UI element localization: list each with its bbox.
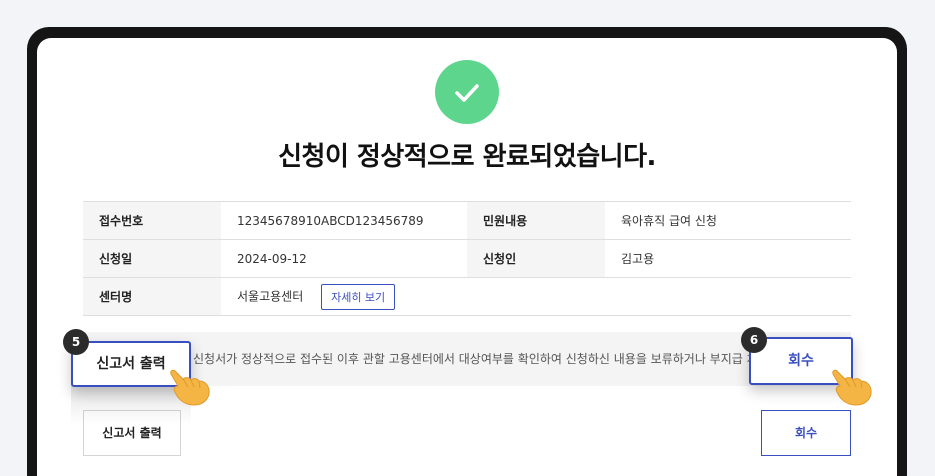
withdraw-button[interactable]: 회수 (761, 410, 851, 456)
application-info-table: 접수번호 12345678910ABCD123456789 민원내용 육아휴직 … (83, 201, 851, 316)
service-value: 육아휴직 급여 신청 (605, 201, 851, 240)
date-label: 신청일 (83, 239, 221, 278)
step-badge-5: 5 (63, 329, 89, 355)
applicant-value: 김고용 (605, 239, 851, 278)
receipt-no-value: 12345678910ABCD123456789 (221, 201, 467, 240)
table-row: 신청일 2024-09-12 신청인 김고용 (83, 239, 851, 278)
pointer-hand-icon (170, 369, 210, 406)
page-title: 신청이 정상적으로 완료되었습니다. (278, 142, 656, 172)
step-badge-6: 6 (741, 327, 767, 353)
receipt-no-label: 접수번호 (83, 201, 221, 240)
center-label: 센터명 (83, 277, 221, 316)
applicant-label: 신청인 (467, 239, 605, 278)
date-value: 2024-09-12 (221, 239, 467, 278)
table-row: 센터명 서울고용센터 자세히 보기 (83, 277, 851, 316)
detail-view-button[interactable]: 자세히 보기 (321, 283, 396, 310)
center-cell: 서울고용센터 자세히 보기 (221, 277, 851, 316)
check-icon (435, 60, 499, 124)
table-row: 접수번호 12345678910ABCD123456789 민원내용 육아휴직 … (83, 201, 851, 240)
center-value: 서울고용센터 (237, 289, 304, 303)
pointer-hand-icon (832, 369, 872, 406)
service-label: 민원내용 (467, 201, 605, 240)
